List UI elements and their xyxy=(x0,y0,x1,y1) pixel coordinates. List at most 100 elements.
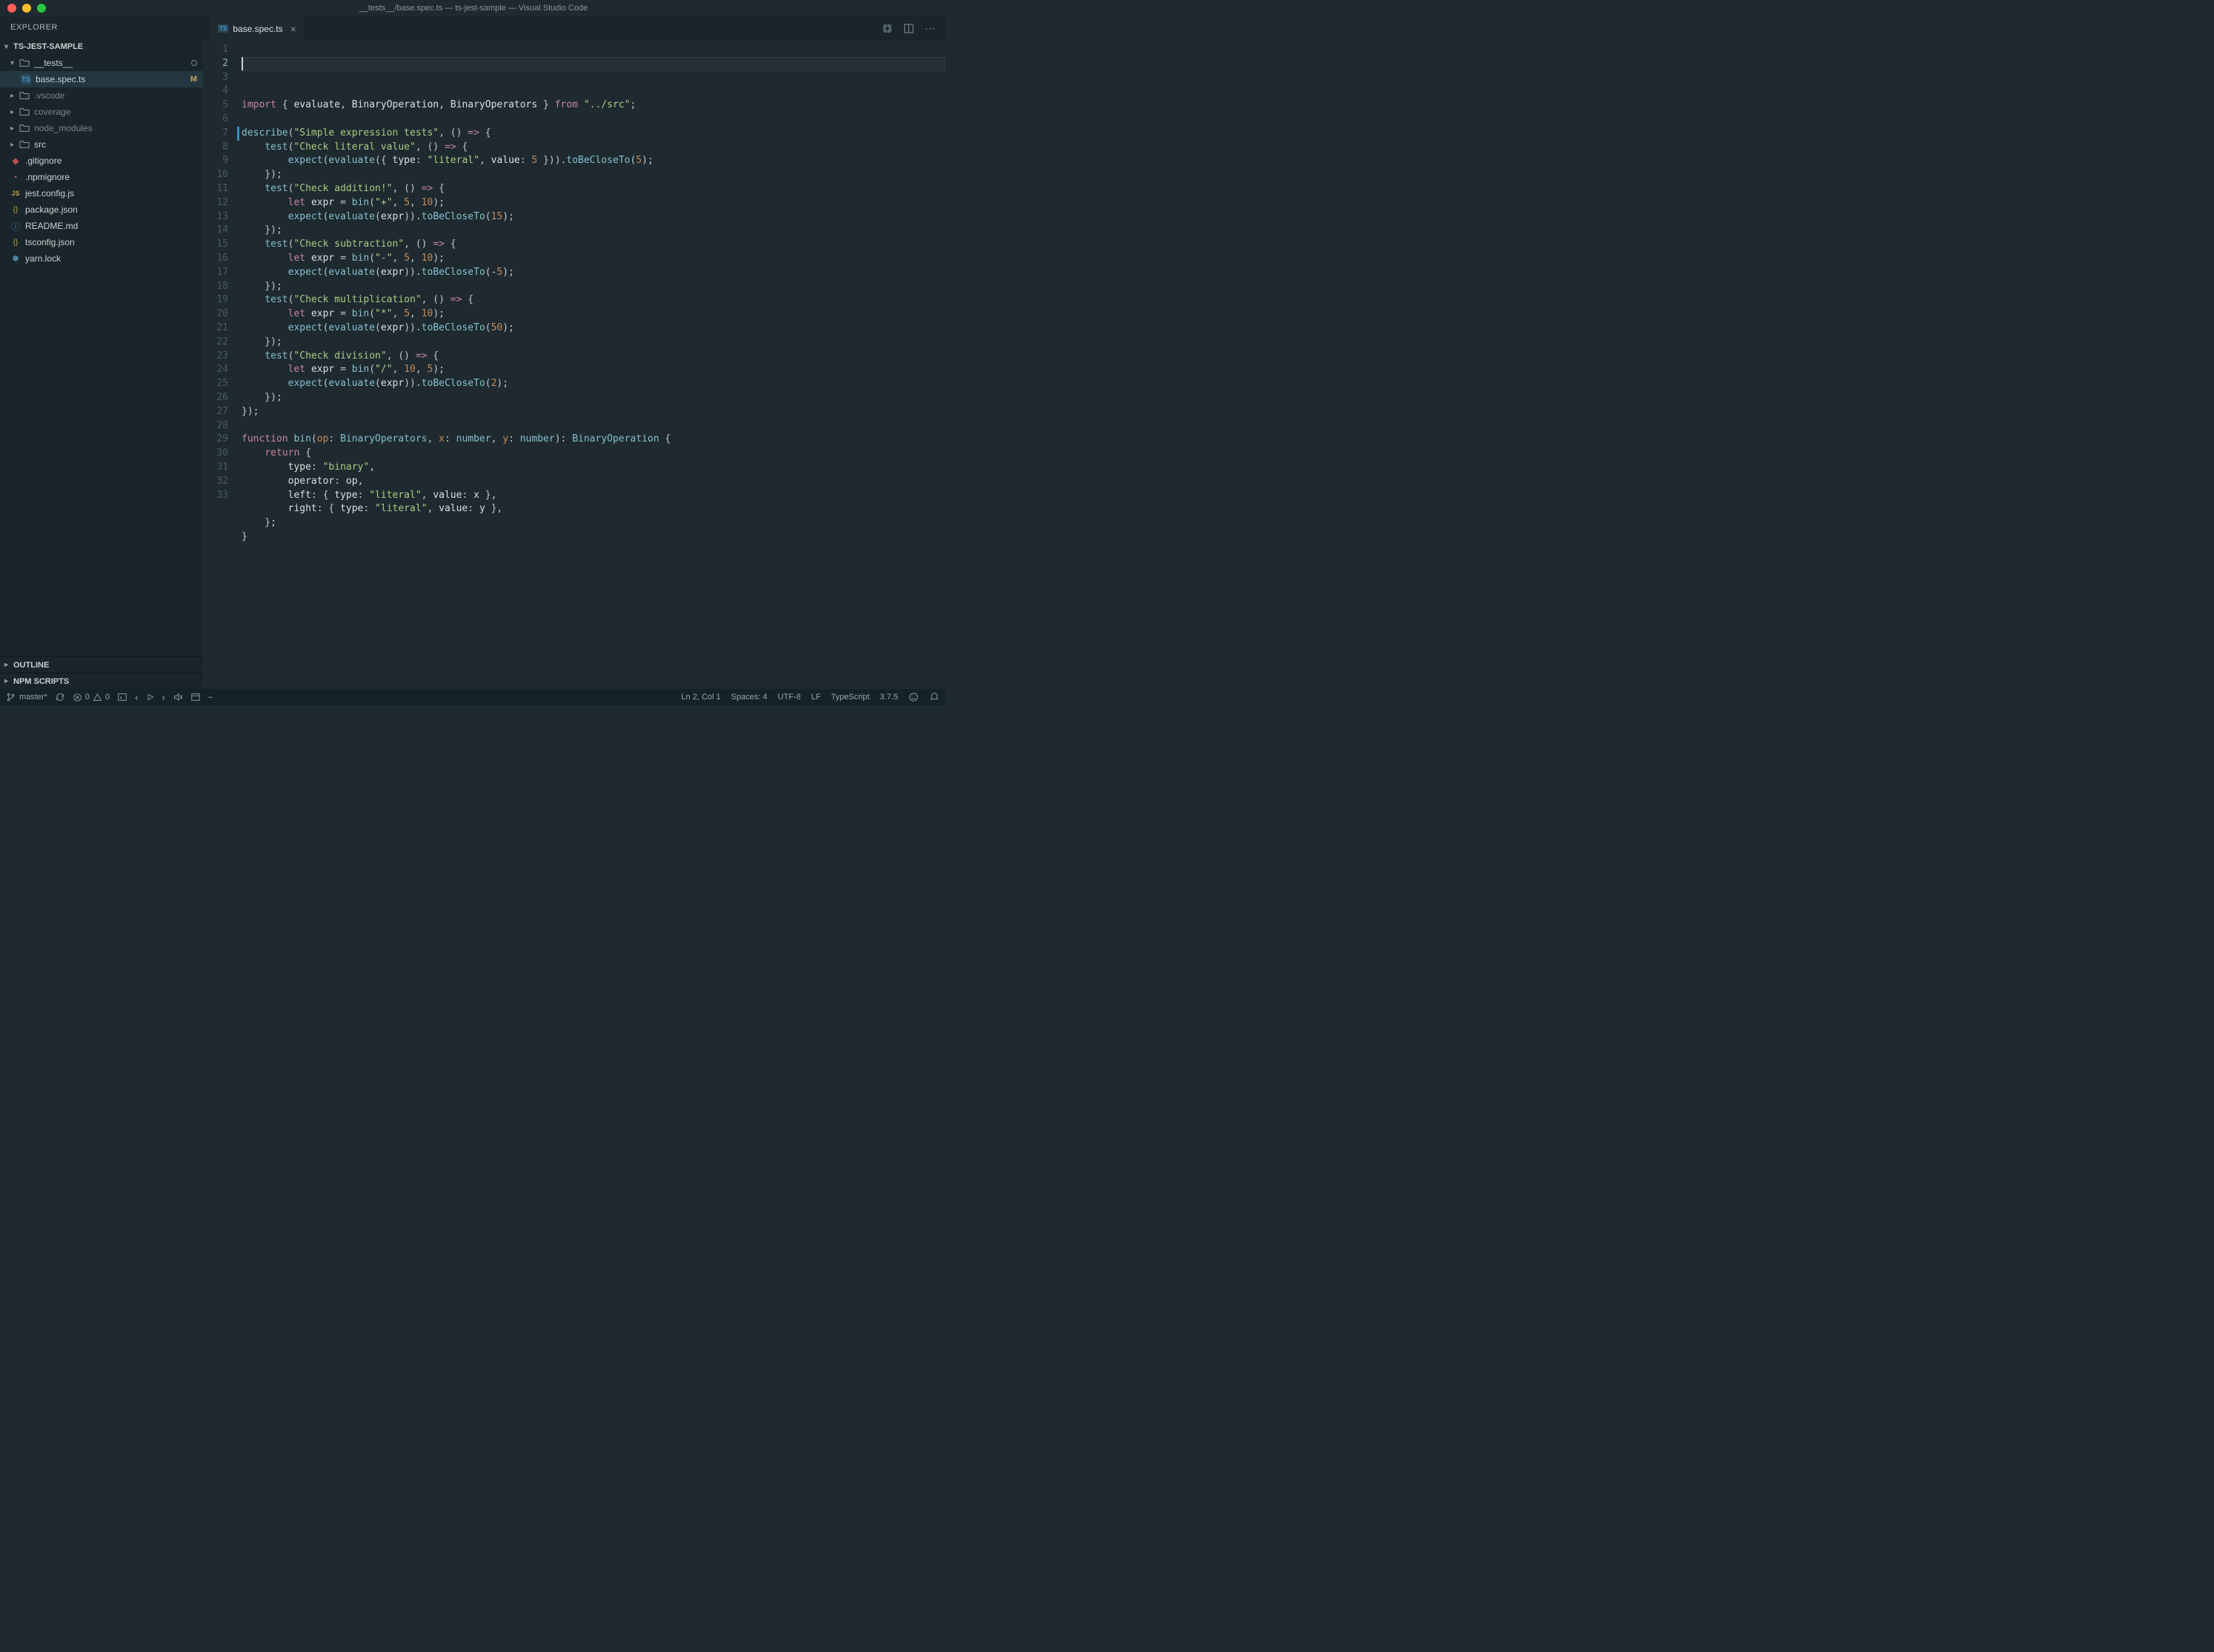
json-icon: {} xyxy=(10,237,21,247)
npm-scripts-section[interactable]: ▸ NPM SCRIPTS xyxy=(0,673,203,689)
code-line[interactable]: right: { type: "literal", value: y }, xyxy=(242,502,945,516)
folder-item[interactable]: ▸.vscode xyxy=(0,87,203,104)
tree-item-label: coverage xyxy=(34,107,70,117)
compare-icon[interactable] xyxy=(882,23,893,34)
file-item[interactable]: ⓘREADME.md xyxy=(0,218,203,234)
tree-item-label: .gitignore xyxy=(25,156,62,166)
status-dash: – xyxy=(208,693,213,702)
code-line[interactable]: let expr = bin("/", 10, 5); xyxy=(242,363,945,377)
folder-icon xyxy=(19,139,30,150)
code-line[interactable]: } xyxy=(242,530,945,544)
tree-item-label: jest.config.js xyxy=(25,188,74,199)
file-item[interactable]: {}package.json xyxy=(0,201,203,218)
warning-count: 0 xyxy=(105,693,110,702)
tab-base-spec[interactable]: TS base.spec.ts × xyxy=(210,16,304,40)
yarn-icon: ⬢ xyxy=(10,253,21,264)
split-editor-icon[interactable] xyxy=(903,23,914,34)
code-line[interactable]: operator: op, xyxy=(242,475,945,489)
notifications-icon[interactable] xyxy=(929,692,940,702)
code-line[interactable]: }; xyxy=(242,516,945,530)
code-line[interactable]: }); xyxy=(242,168,945,182)
project-section[interactable]: ▾ TS-JEST-SAMPLE xyxy=(0,39,203,55)
modified-line-indicator xyxy=(237,127,239,141)
tree-item-label: src xyxy=(34,139,46,150)
code-line[interactable]: let expr = bin("+", 5, 10); xyxy=(242,196,945,210)
code-line[interactable]: function bin(op: BinaryOperators, x: num… xyxy=(242,433,945,447)
layout-button[interactable] xyxy=(190,692,201,702)
file-tree: ▾__tests__TSbase.spec.tsM▸.vscode▸covera… xyxy=(0,55,203,656)
folder-item[interactable]: ▸coverage xyxy=(0,104,203,120)
sync-button[interactable] xyxy=(55,692,65,702)
branch-indicator[interactable]: master* xyxy=(6,692,47,702)
code-line[interactable]: type: "binary", xyxy=(242,461,945,475)
code-line[interactable]: expect(evaluate(expr)).toBeCloseTo(50); xyxy=(242,322,945,336)
minimize-window-button[interactable] xyxy=(22,4,31,13)
nav-forward-button[interactable]: › xyxy=(162,692,165,703)
titlebar: __tests__/base.spec.ts — ts-jest-sample … xyxy=(0,0,945,16)
run-button[interactable] xyxy=(146,693,155,702)
code-line[interactable] xyxy=(242,113,945,127)
chevron-right-icon: ▸ xyxy=(4,661,12,669)
line-gutter: 1234567891011121314151617181920212223242… xyxy=(203,40,242,689)
maximize-window-button[interactable] xyxy=(37,4,46,13)
mute-button[interactable] xyxy=(173,692,183,702)
tab-label: base.spec.ts xyxy=(233,24,282,34)
encoding[interactable]: UTF-8 xyxy=(778,693,801,702)
dirty-indicator xyxy=(191,60,197,66)
folder-item[interactable]: ▾__tests__ xyxy=(0,55,203,71)
code-line[interactable]: test("Check division", () => { xyxy=(242,350,945,364)
code-line[interactable]: expect(evaluate({ type: "literal", value… xyxy=(242,154,945,168)
file-item[interactable]: ◆.gitignore xyxy=(0,153,203,169)
eol[interactable]: LF xyxy=(811,693,821,702)
code-line[interactable]: test("Check addition!", () => { xyxy=(242,182,945,196)
problems-indicator[interactable]: 0 0 xyxy=(73,693,110,702)
code-line[interactable]: let expr = bin("*", 5, 10); xyxy=(242,307,945,322)
chevron-down-icon: ▾ xyxy=(4,43,12,51)
code-line[interactable]: let expr = bin("-", 5, 10); xyxy=(242,252,945,266)
cursor-position[interactable]: Ln 2, Col 1 xyxy=(681,693,720,702)
code-line[interactable]: import { evaluate, BinaryOperation, Bina… xyxy=(242,99,945,113)
code-line[interactable]: }); xyxy=(242,224,945,238)
nav-back-button[interactable]: ‹ xyxy=(135,692,138,703)
code-line[interactable]: expect(evaluate(expr)).toBeCloseTo(2); xyxy=(242,377,945,391)
code-line[interactable] xyxy=(242,419,945,433)
code-line[interactable]: left: { type: "literal", value: x }, xyxy=(242,489,945,503)
folder-icon xyxy=(19,58,30,68)
feedback-icon[interactable] xyxy=(908,692,919,702)
file-item[interactable]: ⬢yarn.lock xyxy=(0,250,203,267)
code-line[interactable]: }); xyxy=(242,405,945,419)
code-line[interactable]: expect(evaluate(expr)).toBeCloseTo(-5); xyxy=(242,266,945,280)
close-window-button[interactable] xyxy=(7,4,16,13)
code-line[interactable]: }); xyxy=(242,280,945,294)
json-icon: {} xyxy=(10,204,21,215)
code-line[interactable]: describe("Simple expression tests", () =… xyxy=(242,127,945,141)
more-actions-icon[interactable]: ⋯ xyxy=(925,22,935,35)
chevron-icon: ▸ xyxy=(10,92,18,100)
code-line[interactable]: test("Check multiplication", () => { xyxy=(242,293,945,307)
code-line[interactable] xyxy=(242,544,945,559)
code-line[interactable]: }); xyxy=(242,391,945,405)
editor-panel: TS base.spec.ts × ⋯ 12345678910111213141… xyxy=(203,16,945,689)
code-line[interactable]: test("Check subtraction", () => { xyxy=(242,238,945,252)
code-line[interactable]: }); xyxy=(242,336,945,350)
tab-bar: TS base.spec.ts × ⋯ xyxy=(203,16,945,40)
project-name: TS-JEST-SAMPLE xyxy=(13,42,83,51)
chevron-right-icon: ▸ xyxy=(4,677,12,685)
code-content[interactable]: import { evaluate, BinaryOperation, Bina… xyxy=(242,40,945,689)
file-item[interactable]: ▪.npmignore xyxy=(0,169,203,185)
outline-section[interactable]: ▸ OUTLINE xyxy=(0,656,203,673)
code-editor[interactable]: 1234567891011121314151617181920212223242… xyxy=(203,40,945,689)
close-tab-button[interactable]: × xyxy=(287,23,296,35)
file-item[interactable]: {}tsconfig.json xyxy=(0,234,203,250)
indentation[interactable]: Spaces: 4 xyxy=(731,693,768,702)
code-line[interactable]: return { xyxy=(242,447,945,461)
folder-item[interactable]: ▸node_modules xyxy=(0,120,203,136)
file-item[interactable]: JSjest.config.js xyxy=(0,185,203,201)
code-line[interactable]: expect(evaluate(expr)).toBeCloseTo(15); xyxy=(242,210,945,224)
debug-console-button[interactable] xyxy=(117,692,127,702)
folder-item[interactable]: ▸src xyxy=(0,136,203,153)
file-item[interactable]: TSbase.spec.tsM xyxy=(0,71,203,87)
ts-version[interactable]: 3.7.5 xyxy=(880,693,898,702)
language[interactable]: TypeScript xyxy=(831,693,870,702)
code-line[interactable]: test("Check literal value", () => { xyxy=(242,141,945,155)
